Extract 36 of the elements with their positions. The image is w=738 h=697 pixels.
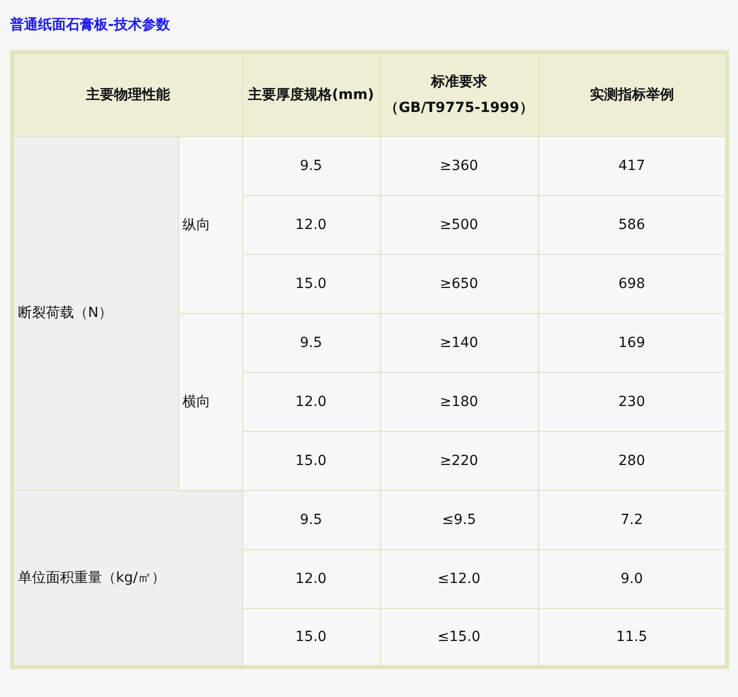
table-cell: 15.0	[295, 452, 327, 468]
table-cell: 11.5	[616, 628, 648, 645]
table-cell: ≤15.0	[438, 628, 480, 645]
table-cell: 12.0	[295, 570, 327, 586]
table-cell: 纵向	[182, 216, 210, 232]
table-cell: 断裂荷载（N）	[18, 305, 112, 321]
table-cell: ≥500	[440, 216, 478, 232]
table-cell: 9.5	[300, 158, 322, 174]
table-cell: ≥140	[440, 334, 478, 350]
table-cell: 698	[618, 276, 646, 292]
table-cell: ≤12.0	[438, 570, 480, 586]
table-cell: 单位面积重量（kg/㎡）	[18, 570, 166, 586]
table-cell: 586	[618, 216, 646, 232]
table-cell: ≤9.5	[442, 512, 476, 528]
table-cell: 横向	[182, 394, 210, 410]
table-cell: 9.5	[300, 334, 322, 350]
table-cell: 7.2	[620, 512, 643, 528]
column-header: 实测指标举例	[590, 86, 674, 103]
table-cell: 12.0	[295, 216, 327, 232]
column-header: 标准要求（GB/T9775-1999）	[384, 74, 534, 116]
table-cell: ≥360	[440, 158, 478, 174]
table-cell: 9.5	[300, 512, 322, 528]
table-cell: 169	[618, 334, 646, 350]
column-header: 主要厚度规格(mm)	[248, 86, 374, 103]
table-cell: ≥220	[440, 452, 478, 468]
table-cell: 230	[618, 394, 646, 410]
column-header: 主要物理性能	[86, 86, 170, 103]
table-cell: ≥650	[440, 276, 478, 292]
table-cell: ≥180	[440, 394, 478, 410]
table-cell: 280	[618, 452, 646, 468]
table-cell: 12.0	[295, 394, 327, 410]
table-cell: 417	[618, 158, 646, 174]
table-cell: 9.0	[620, 570, 643, 586]
page-title: 普通纸面石膏板-技术参数	[10, 16, 170, 35]
table-cell: 15.0	[295, 628, 327, 645]
table-cell: 15.0	[295, 276, 327, 292]
